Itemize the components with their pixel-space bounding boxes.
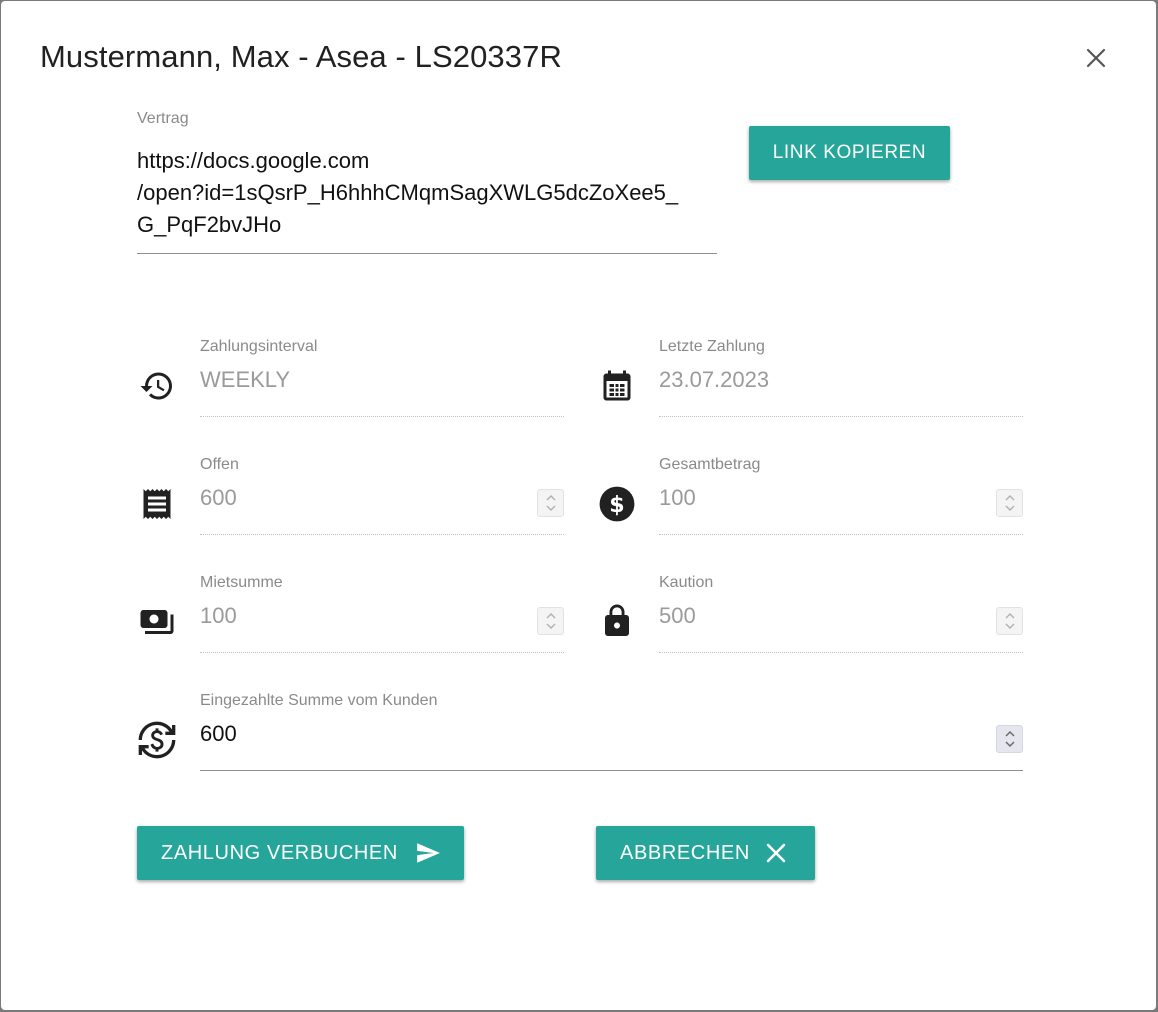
rent-sum-label: Mietsumme	[200, 574, 283, 591]
submit-payment-label: ZAHLUNG VERBUCHEN	[161, 841, 398, 864]
rent-sum-value: 100	[200, 603, 237, 628]
interval-label: Zahlungsinterval	[200, 338, 318, 355]
total-amount-stepper[interactable]	[996, 489, 1023, 517]
open-amount-stepper[interactable]	[537, 489, 564, 517]
payment-dialog: Mustermann, Max - Asea - LS20337R Vertra…	[1, 1, 1156, 1010]
contract-label: Vertrag	[137, 110, 189, 127]
receipt-icon	[137, 484, 177, 524]
total-amount-field[interactable]: Gesamtbetrag 100	[659, 456, 1023, 536]
total-amount-value: 100	[659, 485, 696, 510]
last-payment-value: 23.07.2023	[659, 367, 770, 392]
payments-icon	[137, 602, 177, 642]
close-icon	[766, 843, 786, 863]
open-amount-value: 600	[200, 485, 237, 510]
history-icon	[137, 366, 177, 406]
lock-icon	[597, 601, 637, 641]
dialog-title: Mustermann, Max - Asea - LS20337R	[40, 39, 562, 74]
rent-sum-stepper[interactable]	[537, 607, 564, 635]
paid-amount-value[interactable]: 600	[200, 721, 237, 747]
close-button[interactable]	[1081, 43, 1111, 73]
last-payment-field: Letzte Zahlung 23.07.2023	[659, 338, 1023, 418]
paid-amount-field[interactable]: Eingezahlte Summe vom Kunden 600	[200, 692, 1023, 772]
copy-link-button[interactable]: LINK KOPIEREN	[749, 126, 950, 180]
interval-field: Zahlungsinterval WEEKLY	[200, 338, 564, 418]
rent-sum-field[interactable]: Mietsumme 100	[200, 574, 564, 654]
cancel-button[interactable]: ABBRECHEN	[596, 826, 815, 880]
contract-url-field[interactable]: https://docs.google.com /open?id=1sQsrP_…	[137, 145, 717, 241]
last-payment-label: Letzte Zahlung	[659, 338, 765, 355]
interval-value: WEEKLY	[200, 367, 291, 392]
open-amount-field[interactable]: Offen 600	[200, 456, 564, 536]
contract-underline	[137, 253, 717, 254]
deposit-value: 500	[659, 603, 696, 628]
paid-amount-stepper[interactable]	[996, 725, 1023, 753]
currency-exchange-icon	[137, 720, 177, 760]
total-amount-label: Gesamtbetrag	[659, 456, 761, 473]
svg-text:$: $	[609, 492, 624, 518]
paid-amount-label: Eingezahlte Summe vom Kunden	[200, 692, 438, 709]
submit-payment-button[interactable]: ZAHLUNG VERBUCHEN	[137, 826, 464, 880]
cancel-label: ABBRECHEN	[620, 841, 750, 864]
send-icon	[417, 843, 440, 863]
deposit-stepper[interactable]	[996, 607, 1023, 635]
open-amount-label: Offen	[200, 456, 239, 473]
close-icon	[1086, 48, 1106, 68]
deposit-label: Kaution	[659, 574, 714, 591]
calendar-icon	[597, 367, 637, 407]
deposit-field[interactable]: Kaution 500	[659, 574, 1023, 654]
dollar-circle-icon: $	[597, 484, 637, 524]
